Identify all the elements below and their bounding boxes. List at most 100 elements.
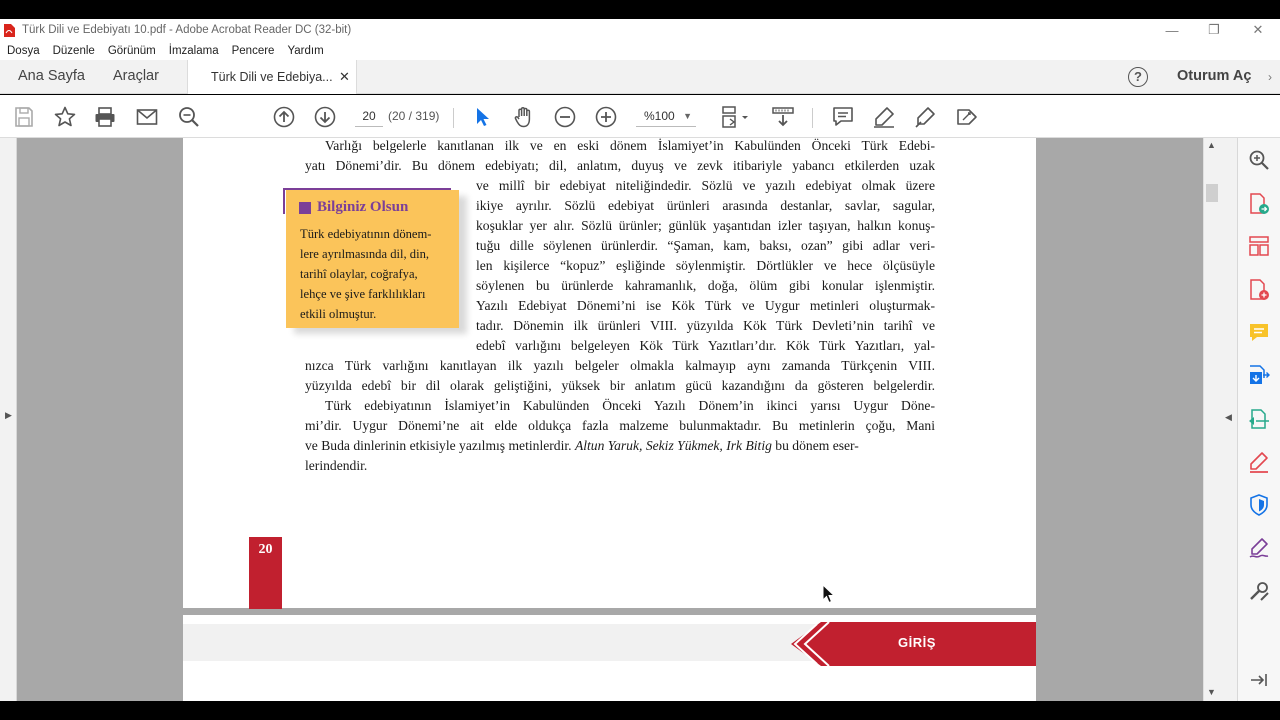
toolbar-divider (453, 108, 454, 128)
close-window-button[interactable]: ✕ (1236, 19, 1280, 41)
menu-yardim[interactable]: Yardım (287, 45, 323, 57)
right-panel-toggle[interactable]: ◀ (1219, 138, 1238, 701)
zoom-in-icon[interactable] (594, 105, 618, 129)
text-line: lerindendir. (305, 458, 368, 473)
text-line: tadır. Dönemin ilk ürünleri VIII. yüzyıl… (476, 318, 935, 333)
scroll-down-icon[interactable]: ▼ (1207, 687, 1216, 697)
hand-tool-icon[interactable] (512, 105, 536, 129)
scroll-up-icon[interactable]: ▲ (1207, 140, 1216, 150)
info-box-line: tarihî olaylar, coğrafya, (300, 267, 418, 281)
info-box-border (283, 188, 451, 190)
pdf-file-icon (4, 23, 15, 37)
page-number-tab: 20 (249, 537, 282, 609)
next-page-icon[interactable] (313, 105, 337, 129)
organize-pages-icon[interactable] (1248, 235, 1270, 257)
save-icon[interactable] (12, 105, 36, 129)
share-edit-icon[interactable] (955, 105, 979, 129)
text-line: tuğu dille söylenen ürünlerdir. “Şaman, … (476, 238, 935, 253)
info-box-line: lere ayrılmasında dil, din, (300, 247, 430, 261)
signin-button[interactable]: Oturum Aç (1177, 68, 1251, 84)
comment-icon[interactable] (831, 105, 855, 129)
pdf-page-next: GİRİŞ (183, 615, 1036, 701)
info-box-line: lehçe ve şive farklılıkları (300, 287, 426, 301)
vertical-scrollbar[interactable]: ▲ ▼ (1203, 138, 1219, 701)
menu-duzenle[interactable]: Düzenle (53, 45, 95, 57)
info-box: Bilginiz Olsun Türk edebiyatının dönem- … (283, 188, 459, 328)
highlight-pen-icon[interactable] (872, 105, 896, 129)
text-line: Varlığı belgelerle kanıtlanan ilk ve en … (325, 138, 935, 153)
help-icon[interactable]: ? (1128, 67, 1148, 87)
text-line: Yazılı Edebiyat Dönemi’ni ise Kök Türk v… (476, 298, 935, 313)
tab-bar: Ana Sayfa Araçlar Türk Dili ve Edebiya..… (0, 60, 1280, 94)
text-line: yüzyılda edebî bir dil olarak geliştiğin… (305, 378, 935, 393)
left-panel-toggle[interactable]: ▶ (0, 138, 17, 701)
text-line: ikiye ayrılır. Sözlü edebiyat ürünleri a… (476, 198, 935, 213)
menu-imzalama[interactable]: İmzalama (169, 45, 219, 57)
protect-shield-icon[interactable] (1248, 494, 1270, 516)
section-title: GİRİŞ (898, 635, 936, 650)
export-pdf-icon[interactable] (1248, 193, 1270, 215)
info-box-title: Bilginiz Olsun (317, 199, 409, 215)
zoom-out-icon[interactable] (553, 105, 577, 129)
tab-tools[interactable]: Araçlar (113, 60, 159, 93)
text-span: ve Buda dinlerinin etkisiyle yazılmış me… (305, 438, 575, 453)
info-box-line: Türk edebiyatının dönem- (300, 227, 432, 241)
export-icon[interactable] (1248, 364, 1270, 386)
scrollbar-thumb[interactable] (1206, 184, 1218, 202)
more-tools-icon[interactable] (1248, 580, 1270, 602)
chevron-down-icon: ▼ (683, 111, 692, 121)
fill-sign-tool-icon[interactable] (1248, 537, 1270, 559)
pdf-page: Varlığı belgelerle kanıtlanan ilk ve en … (183, 138, 1036, 609)
toolbar: 20 (20 / 319) %100 ▼ (0, 95, 1280, 138)
screen-bottom-bar (0, 701, 1280, 720)
fill-sign-icon[interactable] (913, 105, 937, 129)
info-box-square-icon (299, 202, 311, 214)
text-line: nızca Türk varlığını kanıtlayan ilk yazı… (305, 358, 935, 373)
text-span: ve Buda dinlerinin etkisiyle yazılmış me… (305, 436, 859, 456)
expand-left-panel-icon[interactable]: ▶ (5, 410, 12, 421)
scan-ocr-icon[interactable] (1248, 408, 1270, 430)
zoom-search-icon[interactable] (177, 105, 201, 129)
collapse-tools-pane-icon[interactable] (1248, 669, 1270, 691)
menu-bar: Dosya Düzenle Görünüm İmzalama Pencere Y… (0, 41, 1280, 60)
page-number-input[interactable]: 20 (355, 105, 383, 127)
minimize-button[interactable]: — (1150, 19, 1194, 41)
bookmark-star-icon[interactable] (53, 105, 77, 129)
page-layout-icon[interactable] (720, 105, 750, 129)
tab-home[interactable]: Ana Sayfa (18, 60, 85, 93)
text-span: bu dönem eser- (771, 438, 859, 453)
page-number-label: 20 (258, 542, 273, 557)
restore-button[interactable]: ❐ (1192, 19, 1236, 41)
select-cursor-icon[interactable] (471, 105, 495, 129)
menu-pencere[interactable]: Pencere (232, 45, 275, 57)
edit-pdf-icon[interactable] (1248, 451, 1270, 473)
zoom-tool-icon[interactable] (1248, 149, 1270, 171)
scroll-mode-icon[interactable] (771, 105, 795, 129)
text-line: mi’dir. Uygur Dönemi’ne ait elde oldukça… (305, 418, 935, 433)
comment-tool-icon[interactable] (1248, 322, 1270, 344)
create-pdf-icon[interactable] (1248, 279, 1270, 301)
collapse-right-panel-icon[interactable]: ◀ (1225, 412, 1232, 423)
text-line: yatı Dönemi’dir. Bu dönem edebiyatı; dil… (305, 158, 935, 173)
window-titlebar: Türk Dili ve Edebiyatı 10.pdf - Adobe Ac… (0, 19, 1280, 41)
text-line: koşuklar yer alır. Sözlü ürünler; günlük… (476, 218, 935, 233)
toolbar-divider (812, 108, 813, 128)
email-icon[interactable] (135, 105, 159, 129)
previous-page-icon[interactable] (272, 105, 296, 129)
print-icon[interactable] (93, 105, 117, 129)
text-line: len kişilerce “kopuz” eşliğinde söylenmi… (476, 258, 935, 273)
info-box-border (283, 188, 285, 214)
text-line: ve millî bir edebiyat niteliğindedir. Sö… (476, 178, 935, 193)
tab-document-label: Türk Dili ve Edebiya... (211, 70, 333, 84)
window-title: Türk Dili ve Edebiyatı 10.pdf - Adobe Ac… (22, 24, 352, 36)
text-line: Türk edebiyatının İslamiyet’in Kabulünde… (325, 398, 935, 413)
mouse-cursor-icon (822, 584, 836, 604)
tab-document[interactable]: Türk Dili ve Edebiya... ✕ (187, 60, 357, 94)
close-tab-icon[interactable]: ✕ (339, 69, 350, 85)
zoom-level-select[interactable]: %100 ▼ (636, 105, 696, 127)
page-count: (20 / 319) (388, 109, 440, 123)
menu-gorunum[interactable]: Görünüm (108, 45, 156, 57)
info-box-line: etkili olmuştur. (300, 307, 377, 321)
tab-scroll-right-icon[interactable]: › (1268, 70, 1272, 84)
menu-dosya[interactable]: Dosya (7, 45, 40, 57)
